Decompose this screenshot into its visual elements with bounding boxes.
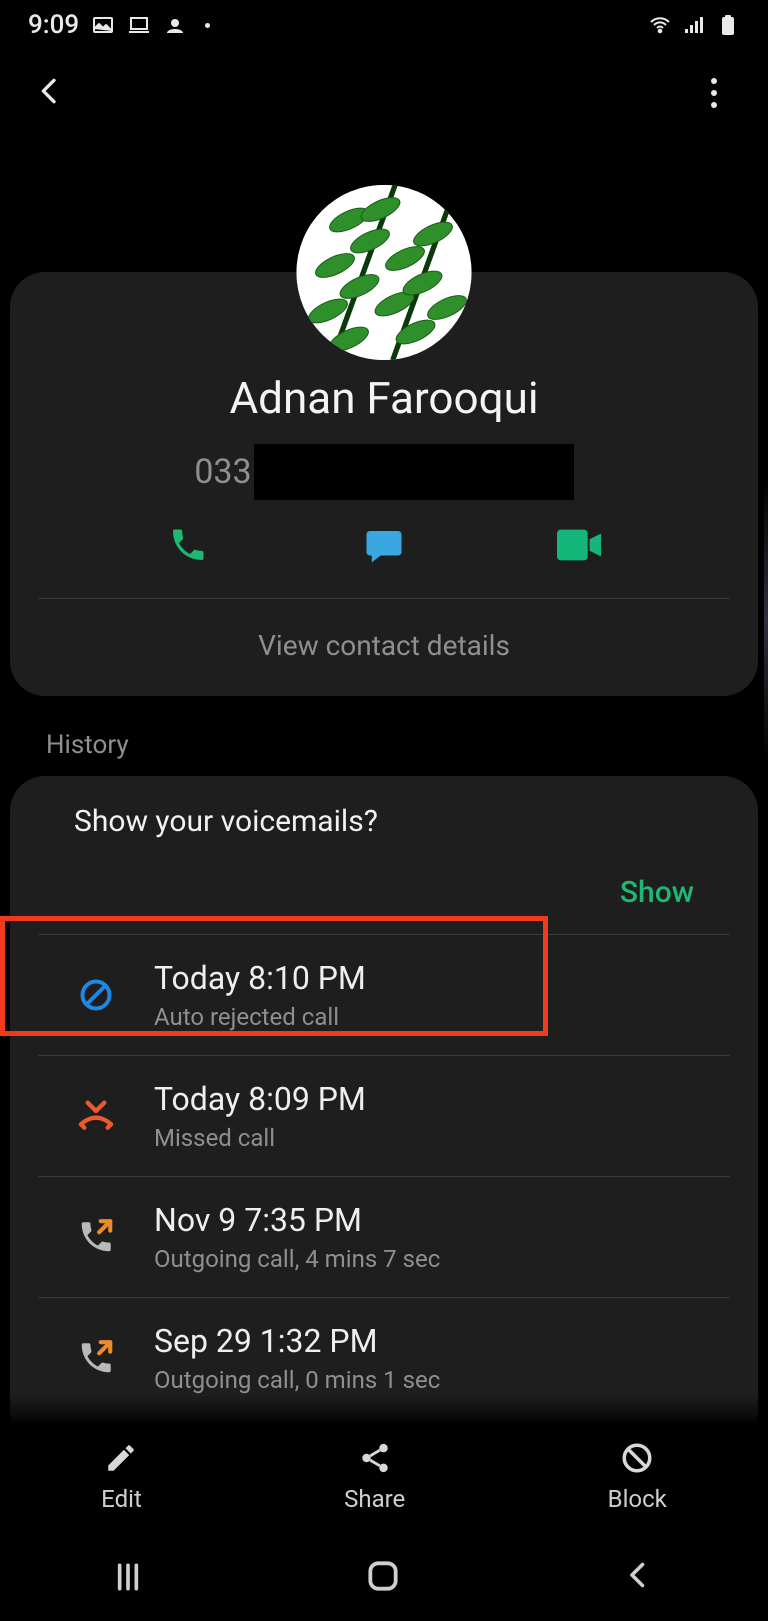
- outgoing-call-icon: [77, 1339, 115, 1377]
- home-icon: [364, 1557, 402, 1595]
- laptop-icon: [127, 13, 151, 37]
- battery-icon: [716, 13, 740, 37]
- history-card: Show your voicemails? Show Today 8:10 PM…: [10, 776, 758, 1441]
- voicemail-question: Show your voicemails?: [74, 804, 694, 839]
- call-history-item[interactable]: Today 8:10 PM Auto rejected call: [38, 935, 730, 1056]
- call-detail: Outgoing call, 4 mins 7 sec: [154, 1245, 440, 1273]
- back-nav-button[interactable]: [620, 1557, 660, 1597]
- status-bar: 9:09: [0, 0, 768, 50]
- app-top-bar: [0, 70, 768, 116]
- edit-button[interactable]: Edit: [101, 1441, 142, 1513]
- edit-label: Edit: [101, 1485, 142, 1513]
- picture-icon: [91, 13, 115, 37]
- back-button[interactable]: [34, 70, 66, 116]
- recents-nav-button[interactable]: [108, 1557, 148, 1597]
- call-type-icon: [74, 1094, 118, 1138]
- call-time: Today 8:10 PM: [154, 959, 366, 997]
- outgoing-call-icon: [77, 1218, 115, 1256]
- edge-panel-handle[interactable]: [764, 478, 768, 762]
- chat-icon: [363, 524, 405, 566]
- contact-name: Adnan Farooqui: [10, 372, 758, 424]
- history-section-label: History: [46, 730, 129, 760]
- notification-dot: [205, 23, 210, 28]
- call-history-item[interactable]: Sep 29 1:32 PM Outgoing call, 0 mins 1 se…: [38, 1298, 730, 1418]
- dot-icon: [711, 90, 717, 96]
- call-time: Sep 29 1:32 PM: [154, 1322, 440, 1360]
- view-contact-details-button[interactable]: View contact details: [10, 599, 758, 668]
- bottom-toolbar: Edit Share Block: [0, 1423, 768, 1531]
- call-detail: Auto rejected call: [154, 1003, 366, 1031]
- call-type-icon: [74, 973, 118, 1017]
- phone-number-redacted: [254, 444, 574, 500]
- message-button[interactable]: [361, 522, 407, 568]
- call-history-item[interactable]: Today 8:09 PM Missed call: [38, 1056, 730, 1177]
- weather-icon: [163, 13, 187, 37]
- call-detail: Missed call: [154, 1124, 366, 1152]
- rejected-icon: [78, 977, 114, 1013]
- call-time: Today 8:09 PM: [154, 1080, 366, 1118]
- share-button[interactable]: Share: [344, 1441, 405, 1513]
- dot-icon: [711, 102, 717, 108]
- dot-icon: [711, 78, 717, 84]
- contact-phone-row[interactable]: 033: [10, 444, 758, 500]
- phone-icon: [168, 525, 208, 565]
- more-options-button[interactable]: [694, 72, 734, 114]
- avatar-image: [297, 185, 472, 360]
- missed-call-icon: [76, 1096, 116, 1136]
- call-button[interactable]: [165, 522, 211, 568]
- video-icon: [557, 528, 603, 562]
- call-history-item[interactable]: Nov 9 7:35 PM Outgoing call, 4 mins 7 sec: [38, 1177, 730, 1298]
- wifi-icon: [648, 13, 672, 37]
- share-label: Share: [344, 1485, 405, 1513]
- recents-icon: [108, 1557, 148, 1597]
- phone-number-visible: 033: [194, 452, 251, 492]
- call-type-icon: [74, 1336, 118, 1380]
- contact-avatar[interactable]: [297, 185, 472, 360]
- video-call-button[interactable]: [557, 522, 603, 568]
- share-icon: [358, 1441, 392, 1475]
- call-type-icon: [74, 1215, 118, 1259]
- voicemail-prompt: Show your voicemails? Show: [38, 776, 730, 935]
- block-label: Block: [608, 1485, 667, 1513]
- chevron-left-icon: [620, 1557, 656, 1593]
- android-nav-bar: [0, 1533, 768, 1621]
- signal-icon: [682, 13, 706, 37]
- status-time: 9:09: [28, 10, 79, 40]
- home-nav-button[interactable]: [364, 1557, 404, 1597]
- pencil-icon: [104, 1441, 138, 1475]
- chevron-left-icon: [34, 70, 66, 112]
- voicemail-show-button[interactable]: Show: [74, 839, 694, 910]
- call-time: Nov 9 7:35 PM: [154, 1201, 440, 1239]
- call-detail: Outgoing call, 0 mins 1 sec: [154, 1366, 440, 1394]
- block-icon: [620, 1441, 654, 1475]
- block-button[interactable]: Block: [608, 1441, 667, 1513]
